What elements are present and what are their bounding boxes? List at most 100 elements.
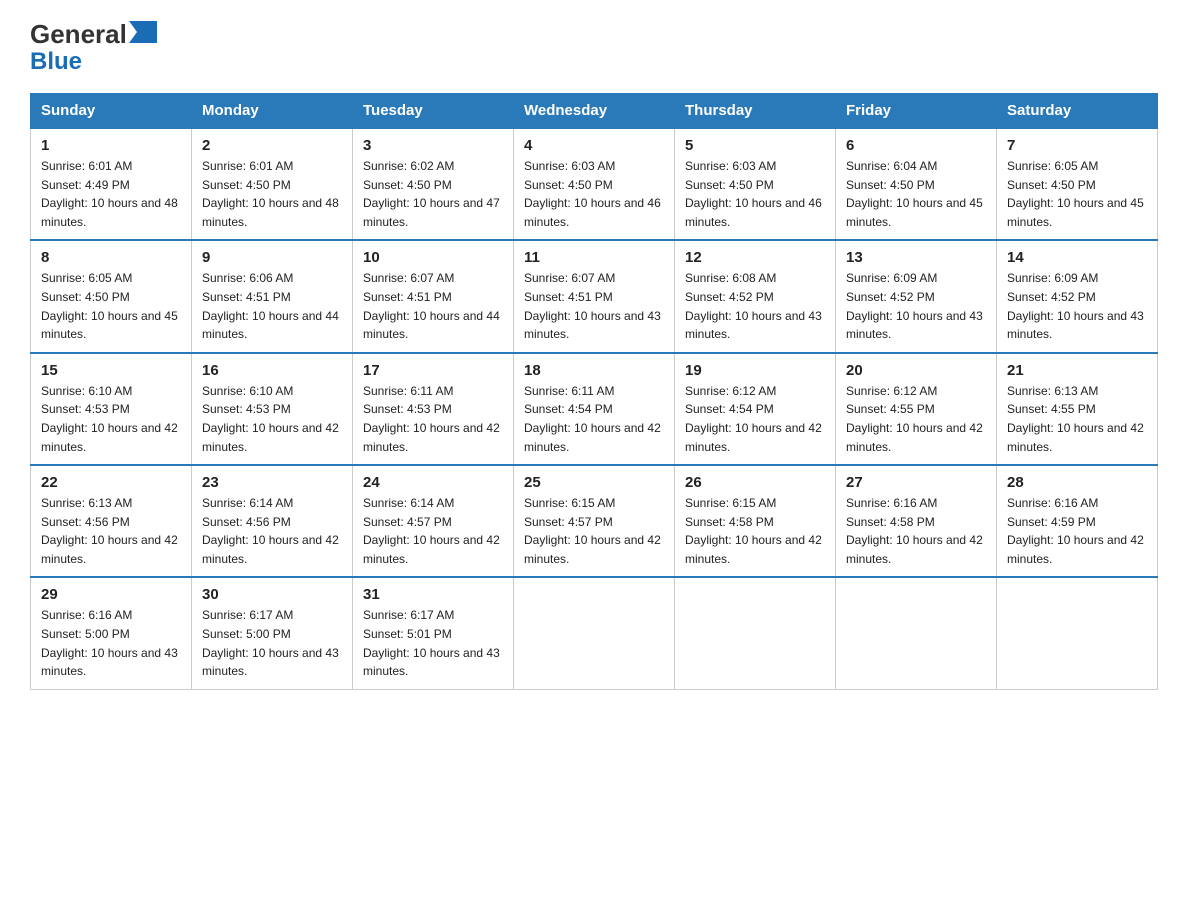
- calendar-cell: 9 Sunrise: 6:06 AMSunset: 4:51 PMDayligh…: [192, 240, 353, 352]
- day-info: Sunrise: 6:15 AMSunset: 4:57 PMDaylight:…: [524, 496, 661, 566]
- calendar-cell: 10 Sunrise: 6:07 AMSunset: 4:51 PMDaylig…: [353, 240, 514, 352]
- calendar-cell: 12 Sunrise: 6:08 AMSunset: 4:52 PMDaylig…: [675, 240, 836, 352]
- calendar-cell: 14 Sunrise: 6:09 AMSunset: 4:52 PMDaylig…: [997, 240, 1158, 352]
- day-info: Sunrise: 6:01 AMSunset: 4:50 PMDaylight:…: [202, 159, 339, 229]
- calendar-cell: [514, 577, 675, 689]
- day-number: 19: [685, 362, 825, 379]
- day-info: Sunrise: 6:16 AMSunset: 5:00 PMDaylight:…: [41, 608, 178, 678]
- calendar-cell: 3 Sunrise: 6:02 AMSunset: 4:50 PMDayligh…: [353, 128, 514, 240]
- day-number: 2: [202, 137, 342, 154]
- day-number: 24: [363, 474, 503, 491]
- day-number: 3: [363, 137, 503, 154]
- day-number: 30: [202, 586, 342, 603]
- calendar-cell: 19 Sunrise: 6:12 AMSunset: 4:54 PMDaylig…: [675, 353, 836, 465]
- calendar-cell: 27 Sunrise: 6:16 AMSunset: 4:58 PMDaylig…: [836, 465, 997, 577]
- day-info: Sunrise: 6:10 AMSunset: 4:53 PMDaylight:…: [202, 384, 339, 454]
- logo-general-text: General: [30, 20, 127, 49]
- day-number: 22: [41, 474, 181, 491]
- day-number: 29: [41, 586, 181, 603]
- day-number: 25: [524, 474, 664, 491]
- day-info: Sunrise: 6:03 AMSunset: 4:50 PMDaylight:…: [524, 159, 661, 229]
- column-header-monday: Monday: [192, 93, 353, 128]
- day-info: Sunrise: 6:11 AMSunset: 4:53 PMDaylight:…: [363, 384, 500, 454]
- day-info: Sunrise: 6:04 AMSunset: 4:50 PMDaylight:…: [846, 159, 983, 229]
- day-info: Sunrise: 6:07 AMSunset: 4:51 PMDaylight:…: [363, 271, 500, 341]
- calendar-week-row: 8 Sunrise: 6:05 AMSunset: 4:50 PMDayligh…: [31, 240, 1158, 352]
- day-number: 7: [1007, 137, 1147, 154]
- calendar-cell: [997, 577, 1158, 689]
- calendar-cell: 4 Sunrise: 6:03 AMSunset: 4:50 PMDayligh…: [514, 128, 675, 240]
- calendar-cell: 20 Sunrise: 6:12 AMSunset: 4:55 PMDaylig…: [836, 353, 997, 465]
- calendar-cell: 15 Sunrise: 6:10 AMSunset: 4:53 PMDaylig…: [31, 353, 192, 465]
- day-info: Sunrise: 6:17 AMSunset: 5:00 PMDaylight:…: [202, 608, 339, 678]
- day-info: Sunrise: 6:10 AMSunset: 4:53 PMDaylight:…: [41, 384, 178, 454]
- day-info: Sunrise: 6:05 AMSunset: 4:50 PMDaylight:…: [1007, 159, 1144, 229]
- logo-arrow-icon: [129, 20, 157, 49]
- day-number: 11: [524, 249, 664, 266]
- calendar-cell: 28 Sunrise: 6:16 AMSunset: 4:59 PMDaylig…: [997, 465, 1158, 577]
- calendar-cell: 21 Sunrise: 6:13 AMSunset: 4:55 PMDaylig…: [997, 353, 1158, 465]
- calendar-cell: 31 Sunrise: 6:17 AMSunset: 5:01 PMDaylig…: [353, 577, 514, 689]
- calendar-cell: [836, 577, 997, 689]
- calendar-cell: 26 Sunrise: 6:15 AMSunset: 4:58 PMDaylig…: [675, 465, 836, 577]
- day-number: 27: [846, 474, 986, 491]
- calendar-cell: 5 Sunrise: 6:03 AMSunset: 4:50 PMDayligh…: [675, 128, 836, 240]
- day-info: Sunrise: 6:16 AMSunset: 4:59 PMDaylight:…: [1007, 496, 1144, 566]
- column-header-friday: Friday: [836, 93, 997, 128]
- calendar-cell: 7 Sunrise: 6:05 AMSunset: 4:50 PMDayligh…: [997, 128, 1158, 240]
- day-number: 23: [202, 474, 342, 491]
- day-info: Sunrise: 6:07 AMSunset: 4:51 PMDaylight:…: [524, 271, 661, 341]
- day-info: Sunrise: 6:16 AMSunset: 4:58 PMDaylight:…: [846, 496, 983, 566]
- day-number: 13: [846, 249, 986, 266]
- day-number: 16: [202, 362, 342, 379]
- day-number: 20: [846, 362, 986, 379]
- day-info: Sunrise: 6:12 AMSunset: 4:54 PMDaylight:…: [685, 384, 822, 454]
- calendar-cell: 16 Sunrise: 6:10 AMSunset: 4:53 PMDaylig…: [192, 353, 353, 465]
- day-number: 12: [685, 249, 825, 266]
- day-number: 10: [363, 249, 503, 266]
- calendar-table: SundayMondayTuesdayWednesdayThursdayFrid…: [30, 93, 1158, 690]
- calendar-cell: 29 Sunrise: 6:16 AMSunset: 5:00 PMDaylig…: [31, 577, 192, 689]
- day-number: 6: [846, 137, 986, 154]
- day-info: Sunrise: 6:13 AMSunset: 4:55 PMDaylight:…: [1007, 384, 1144, 454]
- calendar-week-row: 1 Sunrise: 6:01 AMSunset: 4:49 PMDayligh…: [31, 128, 1158, 240]
- calendar-cell: 17 Sunrise: 6:11 AMSunset: 4:53 PMDaylig…: [353, 353, 514, 465]
- day-number: 18: [524, 362, 664, 379]
- calendar-cell: 13 Sunrise: 6:09 AMSunset: 4:52 PMDaylig…: [836, 240, 997, 352]
- calendar-cell: 23 Sunrise: 6:14 AMSunset: 4:56 PMDaylig…: [192, 465, 353, 577]
- day-number: 4: [524, 137, 664, 154]
- calendar-week-row: 29 Sunrise: 6:16 AMSunset: 5:00 PMDaylig…: [31, 577, 1158, 689]
- day-number: 8: [41, 249, 181, 266]
- day-number: 31: [363, 586, 503, 603]
- day-number: 21: [1007, 362, 1147, 379]
- day-number: 1: [41, 137, 181, 154]
- day-info: Sunrise: 6:14 AMSunset: 4:57 PMDaylight:…: [363, 496, 500, 566]
- day-number: 26: [685, 474, 825, 491]
- day-info: Sunrise: 6:03 AMSunset: 4:50 PMDaylight:…: [685, 159, 822, 229]
- calendar-cell: 6 Sunrise: 6:04 AMSunset: 4:50 PMDayligh…: [836, 128, 997, 240]
- day-info: Sunrise: 6:13 AMSunset: 4:56 PMDaylight:…: [41, 496, 178, 566]
- day-info: Sunrise: 6:09 AMSunset: 4:52 PMDaylight:…: [846, 271, 983, 341]
- calendar-week-row: 15 Sunrise: 6:10 AMSunset: 4:53 PMDaylig…: [31, 353, 1158, 465]
- day-info: Sunrise: 6:01 AMSunset: 4:49 PMDaylight:…: [41, 159, 178, 229]
- calendar-week-row: 22 Sunrise: 6:13 AMSunset: 4:56 PMDaylig…: [31, 465, 1158, 577]
- day-number: 28: [1007, 474, 1147, 491]
- day-info: Sunrise: 6:15 AMSunset: 4:58 PMDaylight:…: [685, 496, 822, 566]
- day-number: 9: [202, 249, 342, 266]
- calendar-cell: 22 Sunrise: 6:13 AMSunset: 4:56 PMDaylig…: [31, 465, 192, 577]
- page-header: GeneralBlue: [30, 20, 1158, 75]
- day-info: Sunrise: 6:05 AMSunset: 4:50 PMDaylight:…: [41, 271, 178, 341]
- column-header-thursday: Thursday: [675, 93, 836, 128]
- calendar-cell: 11 Sunrise: 6:07 AMSunset: 4:51 PMDaylig…: [514, 240, 675, 352]
- calendar-cell: 30 Sunrise: 6:17 AMSunset: 5:00 PMDaylig…: [192, 577, 353, 689]
- column-header-sunday: Sunday: [31, 93, 192, 128]
- day-number: 5: [685, 137, 825, 154]
- calendar-cell: 2 Sunrise: 6:01 AMSunset: 4:50 PMDayligh…: [192, 128, 353, 240]
- day-info: Sunrise: 6:11 AMSunset: 4:54 PMDaylight:…: [524, 384, 661, 454]
- logo-blue-text: Blue: [30, 49, 82, 75]
- day-info: Sunrise: 6:14 AMSunset: 4:56 PMDaylight:…: [202, 496, 339, 566]
- calendar-cell: 18 Sunrise: 6:11 AMSunset: 4:54 PMDaylig…: [514, 353, 675, 465]
- day-info: Sunrise: 6:12 AMSunset: 4:55 PMDaylight:…: [846, 384, 983, 454]
- day-info: Sunrise: 6:02 AMSunset: 4:50 PMDaylight:…: [363, 159, 500, 229]
- logo: GeneralBlue: [30, 20, 157, 75]
